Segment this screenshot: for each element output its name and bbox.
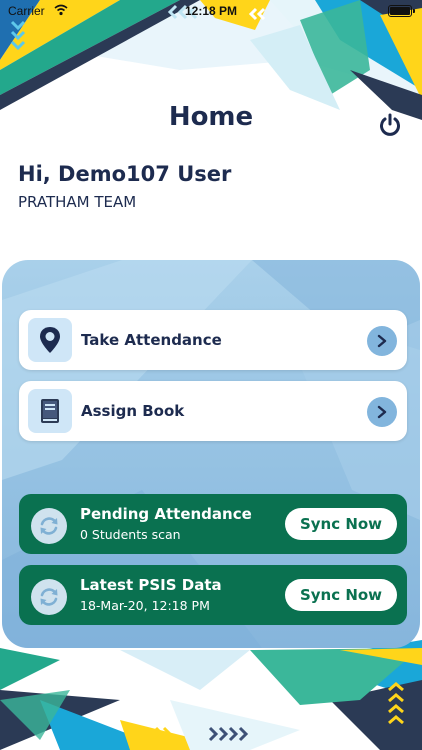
take-attendance-label: Take Attendance [81, 331, 222, 349]
battery-icon [388, 5, 415, 17]
sync-title: Pending Attendance [80, 505, 252, 523]
pending-attendance-card: Pending Attendance 0 Students scan Sync … [19, 494, 407, 554]
clock: 12:18 PM [184, 4, 238, 18]
team-name: PRATHAM TEAM [18, 193, 137, 211]
sync-icon [31, 508, 67, 544]
sync-icon [31, 579, 67, 615]
sync-title: Latest PSIS Data [80, 576, 222, 594]
book-icon [28, 389, 72, 433]
sync-subtitle: 0 Students scan [80, 527, 181, 542]
sync-subtitle: 18-Mar-20, 12:18 PM [80, 598, 210, 613]
sync-now-button[interactable]: Sync Now [285, 508, 397, 540]
page-title: Home [168, 102, 254, 132]
assign-book-label: Assign Book [81, 402, 185, 420]
status-bar: Carrier 12:18 PM [0, 0, 422, 22]
power-icon [380, 113, 400, 136]
chevron-right-icon[interactable] [367, 326, 397, 356]
location-pin-icon [28, 318, 72, 362]
main-panel: Take Attendance Assign Book Pending Atte… [2, 260, 420, 648]
sync-now-button[interactable]: Sync Now [285, 579, 397, 611]
logout-button[interactable] [377, 112, 403, 138]
chevron-right-icon[interactable] [367, 397, 397, 427]
assign-book-card[interactable]: Assign Book [19, 381, 407, 441]
user-greeting: Hi, Demo107 User [18, 162, 232, 186]
take-attendance-card[interactable]: Take Attendance [19, 310, 407, 370]
latest-psis-data-card: Latest PSIS Data 18-Mar-20, 12:18 PM Syn… [19, 565, 407, 625]
